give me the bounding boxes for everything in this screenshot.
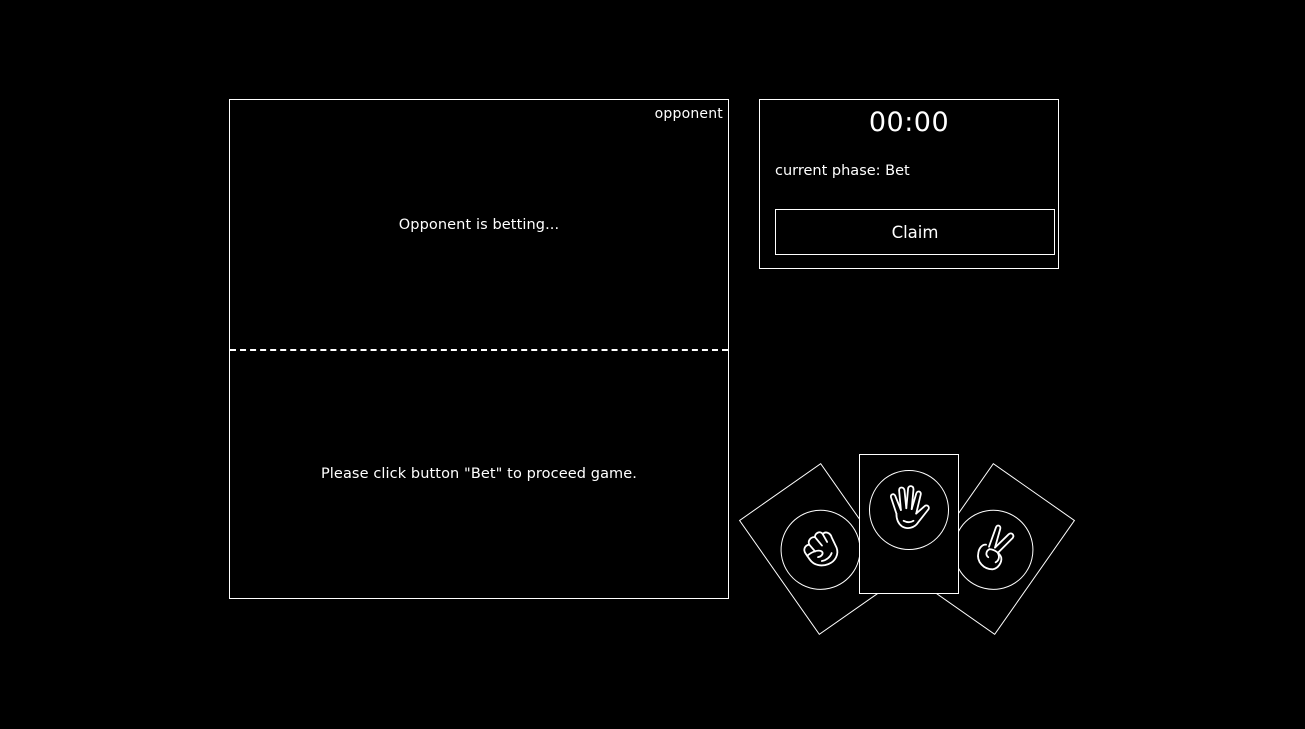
paper-card[interactable] [859,454,959,594]
paper-card-badge [869,470,949,550]
open-hand-icon [890,485,930,529]
current-phase-text: current phase: Bet [775,163,910,179]
opponent-status-message: Opponent is betting... [398,216,560,233]
peace-hand-icon [977,524,1015,571]
claim-button[interactable]: Claim [775,209,1055,255]
status-panel: 00:00 current phase: Bet Claim [759,99,1059,269]
game-board: opponent Opponent is betting... Please c… [229,99,729,599]
player-area: Please click button "Bet" to proceed gam… [230,349,728,598]
fist-icon [803,531,839,567]
player-instruction-message: Please click button "Bet" to proceed gam… [320,465,638,482]
opponent-label: opponent [654,106,723,122]
countdown-timer: 00:00 [868,107,950,138]
opponent-area: opponent Opponent is betting... [230,100,728,349]
